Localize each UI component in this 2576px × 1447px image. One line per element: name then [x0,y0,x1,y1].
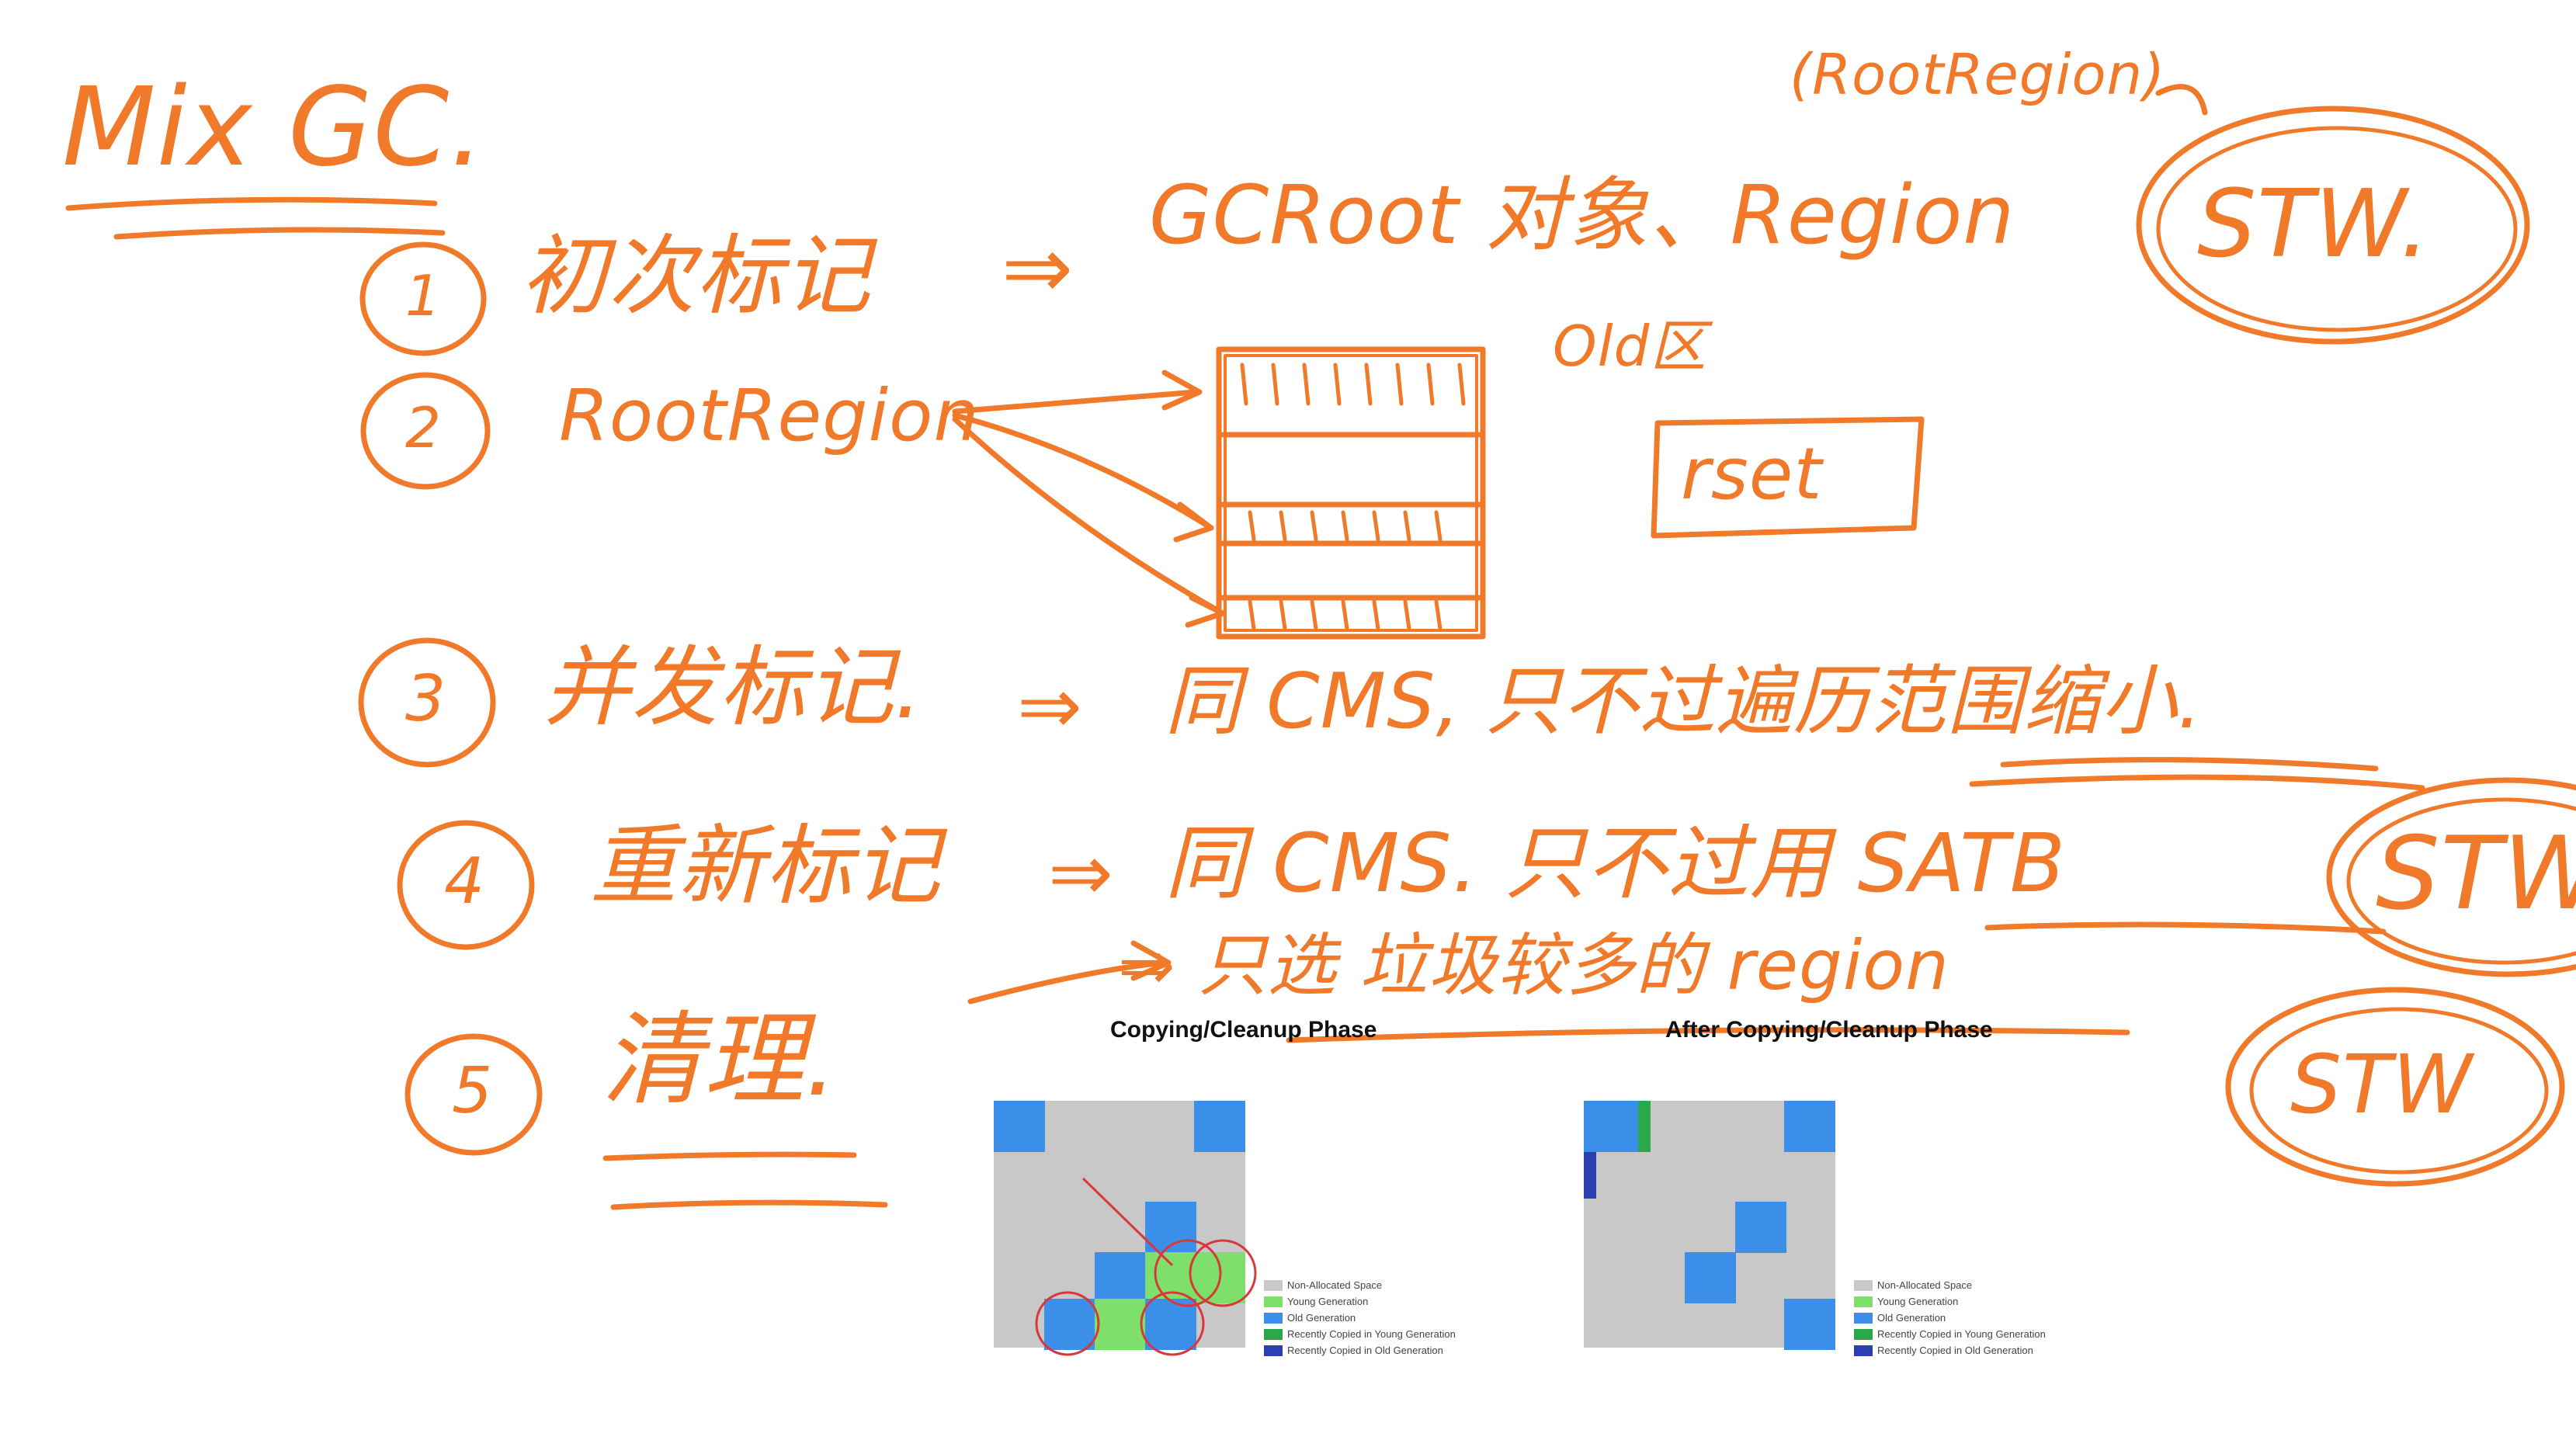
legend-label: Old Generation [1287,1312,1356,1324]
legend-item: Young Generation [1264,1293,1456,1310]
legend-right: Non-Allocated Space Young Generation Old… [1854,1277,2046,1359]
region-recent-old [1584,1152,1596,1199]
region-recent-young [1638,1101,1651,1152]
legend-swatch [1854,1345,1873,1356]
legend-swatch [1264,1345,1283,1356]
whiteboard: Mix GC. (RootRegion) 1 初次标记 ⇒ GCRoot 对象、… [0,0,2576,1447]
legend-swatch [1264,1296,1283,1307]
highlight-circles [1035,1177,1257,1356]
legend-label: Recently Copied in Young Generation [1877,1328,2046,1340]
legend-item: Young Generation [1854,1293,2046,1310]
region-old [1685,1252,1736,1303]
legend-swatch [1264,1279,1283,1291]
legend-item: Non-Allocated Space [1854,1277,2046,1293]
legend-item: Old Generation [1264,1310,1456,1326]
legend-item: Recently Copied in Young Generation [1854,1326,2046,1342]
region-old [1584,1101,1638,1152]
legend-item: Old Generation [1854,1310,2046,1326]
legend-label: Recently Copied in Old Generation [1877,1345,2033,1356]
legend-label: Non-Allocated Space [1287,1279,1383,1291]
region-old [1784,1101,1835,1152]
legend-label: Non-Allocated Space [1877,1279,1973,1291]
legend-label: Young Generation [1877,1296,1959,1307]
legend-label: Recently Copied in Old Generation [1287,1345,1443,1356]
legend-swatch [1854,1279,1873,1291]
legend-item: Non-Allocated Space [1264,1277,1456,1293]
legend-label: Young Generation [1287,1296,1369,1307]
legend-swatch [1854,1296,1873,1307]
legend-swatch [1854,1312,1873,1324]
legend-label: Recently Copied in Young Generation [1287,1328,1456,1340]
legend-label: Old Generation [1877,1312,1946,1324]
legend-swatch [1264,1328,1283,1340]
legend-item: Recently Copied in Old Generation [1854,1342,2046,1359]
figure-right-title: After Copying/Cleanup Phase [1665,1017,1993,1043]
legend-item: Recently Copied in Young Generation [1264,1326,1456,1342]
legend-swatch [1854,1328,1873,1340]
legend-swatch [1264,1312,1283,1324]
legend-left: Non-Allocated Space Young Generation Old… [1264,1277,1456,1359]
region-grid-right [1584,1101,1835,1350]
region-old [1735,1202,1786,1253]
region-old [1784,1299,1835,1350]
legend-item: Recently Copied in Old Generation [1264,1342,1456,1359]
